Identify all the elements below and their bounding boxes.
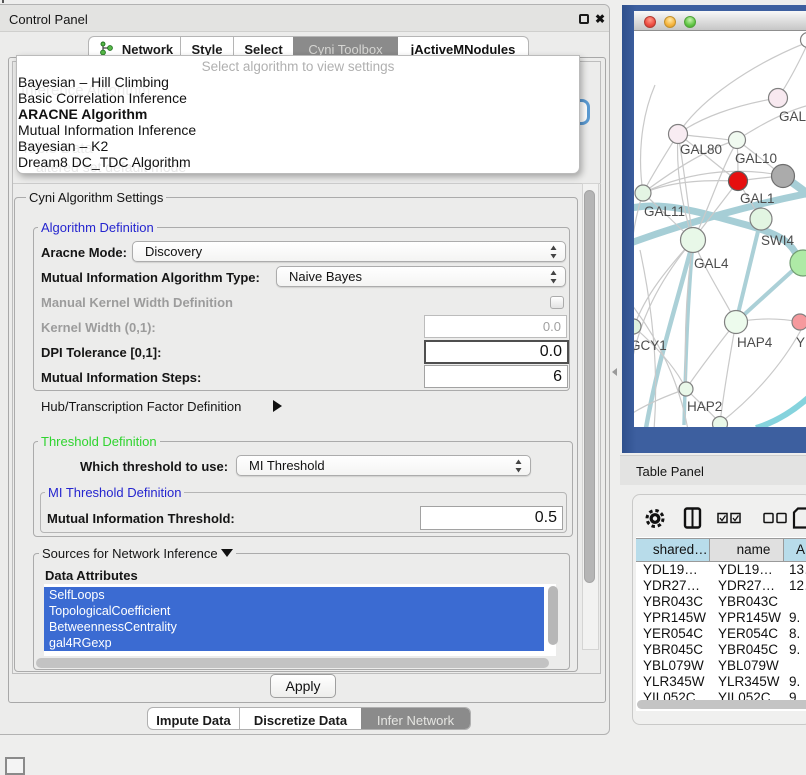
svg-text:Y: Y [796, 335, 805, 350]
svg-text:GAL80: GAL80 [680, 142, 722, 157]
svg-text:HAP4: HAP4 [737, 335, 773, 350]
svg-text:GAL4: GAL4 [694, 256, 729, 271]
svg-text:GAL7: GAL7 [779, 109, 806, 124]
svg-text:HAP2: HAP2 [687, 399, 722, 414]
svg-text:SWI4: SWI4 [761, 233, 794, 248]
svg-text:GAL11: GAL11 [644, 204, 685, 219]
svg-text:GCY1: GCY1 [634, 338, 667, 353]
svg-text:GAL1: GAL1 [740, 191, 775, 206]
svg-text:GAL10: GAL10 [735, 151, 777, 166]
